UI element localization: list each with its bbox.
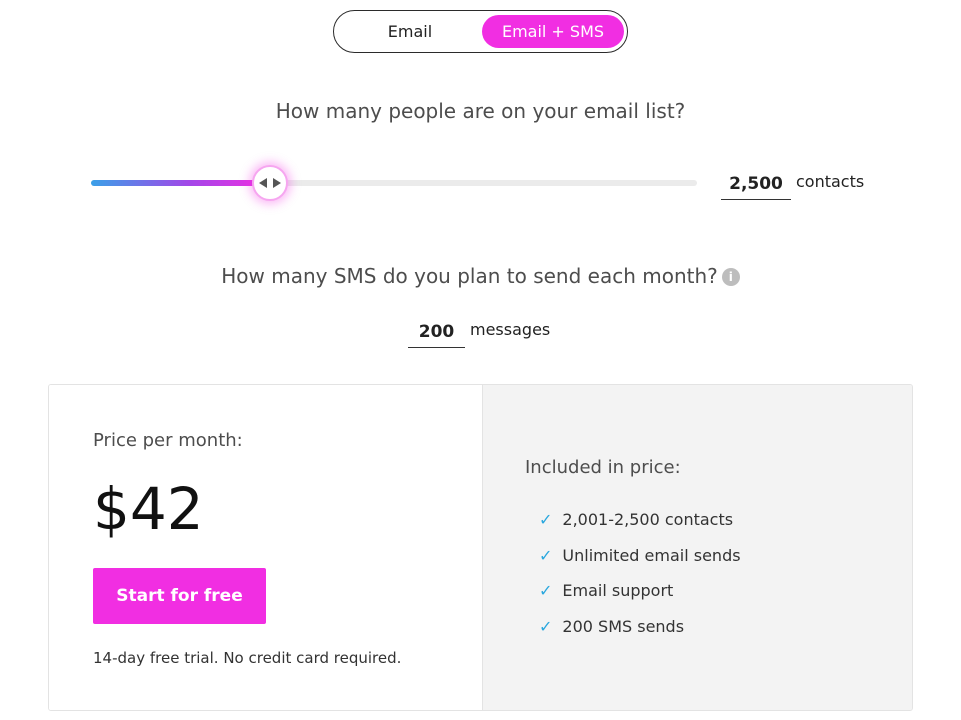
plan-toggle: Email Email + SMS [333, 10, 628, 53]
contacts-input[interactable] [721, 168, 791, 200]
included-list: ✓ 2,001-2,500 contacts ✓ Unlimited email s… [539, 510, 741, 652]
price-amount: $42 [93, 475, 204, 543]
sms-unit-label: messages [470, 320, 551, 339]
included-item-label: 2,001-2,500 contacts [562, 510, 734, 529]
start-for-free-button[interactable]: Start for free [93, 568, 266, 624]
info-icon[interactable]: i [721, 268, 740, 286]
list-item: ✓ Email support [539, 581, 741, 617]
included-title: Included in price: [525, 457, 681, 478]
trial-note: 14-day free trial. No credit card requir… [93, 649, 402, 667]
pricing-card: Price per month: $42 Start for free 14-d… [48, 384, 913, 711]
check-icon: ✓ [539, 616, 553, 636]
included-panel: Included in price: ✓ 2,001-2,500 contacts… [482, 385, 912, 710]
arrows-left-right-icon [258, 178, 281, 188]
list-item: ✓ 200 SMS sends [539, 617, 741, 653]
list-item: ✓ Unlimited email sends [539, 546, 741, 582]
toggle-option-email-sms[interactable]: Email + SMS [482, 15, 624, 48]
sms-question: How many SMS do you plan to send each mo… [0, 264, 961, 288]
sms-input[interactable] [408, 316, 465, 348]
toggle-option-email[interactable]: Email [342, 15, 478, 48]
contacts-question: How many people are on your email list? [275, 99, 686, 123]
price-panel: Price per month: $42 Start for free 14-d… [49, 385, 482, 710]
included-item-label: Email support [562, 581, 674, 600]
slider-thumb[interactable] [251, 165, 288, 201]
included-item-label: 200 SMS sends [562, 616, 685, 636]
sms-question-text: How many SMS do you plan to send each mo… [221, 264, 718, 288]
list-item: ✓ 2,001-2,500 contacts [539, 510, 741, 546]
check-icon: ✓ [539, 510, 553, 529]
contacts-slider[interactable] [91, 165, 697, 201]
check-icon: ✓ [539, 581, 553, 600]
price-label: Price per month: [93, 430, 243, 451]
contacts-unit-label: contacts [796, 172, 865, 191]
slider-fill [91, 180, 270, 186]
included-item-label: Unlimited email sends [562, 545, 741, 565]
check-icon: ✓ [539, 545, 553, 565]
